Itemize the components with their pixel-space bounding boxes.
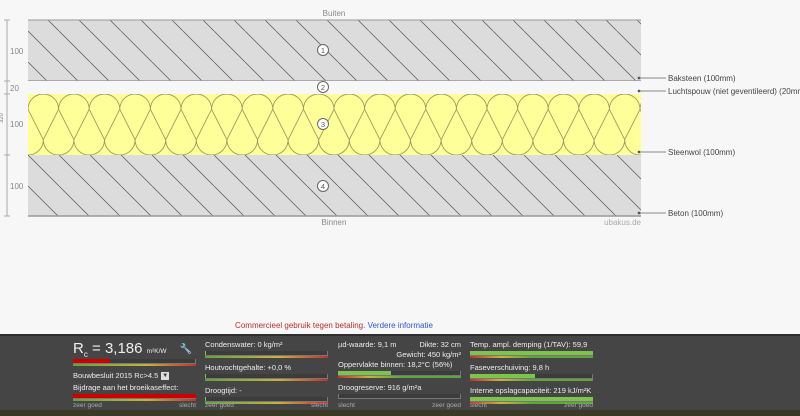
scale-good: zeer goed: [564, 402, 593, 409]
scale-bad: slecht: [311, 402, 328, 409]
temp-damping-label: Temp. ampl. demping (1/TAV): 59,9: [470, 340, 588, 349]
rc-number: = 3,186: [92, 340, 143, 357]
legend-mineral-wool: Steenwol (100mm): [668, 148, 735, 157]
notice-text: Commercieel gebruik tegen betaling.: [235, 321, 366, 330]
phase-shift-bar: [470, 374, 593, 381]
rc-bar: [73, 359, 196, 366]
layer-number-2: 2: [321, 83, 325, 92]
surface-inside-label: Oppervlakte binnen: 18,2°C (56%): [338, 360, 453, 369]
total-thickness: 320: [0, 112, 5, 123]
scale-2: zeer goed slecht: [205, 402, 328, 409]
thickness-label: Dikte: 32 cm: [419, 340, 461, 349]
greenhouse-label: Bijdrage aan het broeikaseffect:: [73, 383, 179, 392]
surface-inside-bar: [338, 371, 461, 378]
standard-label: Bouwbesluit 2015 Rc>4.5: [73, 371, 159, 380]
condensation-bar: [205, 351, 328, 358]
phase-shift-label: Faseverschuiving: 9,8 h: [470, 363, 550, 372]
layer-number-3: 3: [321, 120, 325, 129]
legend-air-gap: Luchtspouw (niet geventileerd) (20mm): [668, 87, 800, 96]
scale-1: zeer goed slecht: [73, 402, 196, 409]
col-surface: µd-waarde: 9,1 m Dikte: 32 cm Gewicht: 45…: [338, 340, 461, 406]
more-info-link[interactable]: Verdere informatie: [368, 321, 433, 330]
rc-sub: c: [83, 350, 88, 359]
bar-fill: [338, 371, 391, 375]
temp-damping-bar: [470, 351, 593, 358]
col-insulation: Rc = 3,186 m²K/W 🔧 Bouwbesluit 2015 Rc>4…: [73, 340, 196, 406]
heat-capacity-label: Interne opslagcapaciteit: 219 kJ/m²K: [470, 386, 592, 395]
bar-fill: [470, 374, 536, 378]
inside-label: Binnen: [322, 218, 347, 227]
thickness-2: 20: [10, 84, 19, 93]
bar-fill: [205, 397, 207, 401]
bar-fill: [205, 351, 207, 355]
scale-good: zeer goed: [205, 402, 234, 409]
scale-bad: slecht: [179, 402, 196, 409]
layer-number-1: 1: [321, 46, 325, 55]
thickness-3: 100: [10, 120, 24, 129]
bar-fill: [73, 394, 196, 398]
weight-label: Gewicht: 450 kg/m²: [396, 350, 461, 359]
watermark: ubakus.de: [604, 218, 641, 227]
wrench-icon[interactable]: 🔧: [180, 344, 192, 355]
wood-moisture-bar: [205, 374, 328, 381]
legend-brick: Baksteen (100mm): [668, 74, 736, 83]
wood-moisture-label: Houtvochtgehalte: +0,0 %: [205, 363, 292, 372]
scale-bad: slecht: [470, 402, 487, 409]
thickness-4: 100: [10, 182, 24, 191]
bar-fill: [205, 374, 207, 378]
layer-air-gap[interactable]: [28, 81, 641, 94]
scale-good: zeer goed: [73, 402, 102, 409]
scale-bad: slecht: [338, 402, 355, 409]
scale-3: slecht zeer goed: [338, 402, 461, 409]
col-summer: Temp. ampl. demping (1/TAV): 59,9 Faseve…: [470, 340, 593, 409]
rc-unit: m²K/W: [146, 348, 167, 355]
col-moisture: Condenswater: 0 kg/m² Houtvochtgehalte: …: [205, 340, 328, 409]
condensation-label: Condenswater: 0 kg/m²: [205, 340, 283, 349]
drying-time-label: Droogtijd: -: [205, 386, 242, 395]
sd-label: µd-waarde: 9,1 m: [338, 340, 397, 349]
bar-fill: [73, 359, 110, 363]
rc-value: Rc = 3,186 m²K/W: [73, 340, 196, 359]
drying-reserve-bar: [338, 394, 461, 401]
layer-brick[interactable]: [28, 20, 641, 81]
sd-row: µd-waarde: 9,1 m Dikte: 32 cm: [338, 340, 461, 350]
footer-strip: [0, 410, 800, 416]
standard-select[interactable]: Bouwbesluit 2015 Rc>4.5 ▼: [73, 371, 196, 381]
drying-reserve-label: Droogreserve: 916 g/m²a: [338, 383, 422, 392]
outside-label: Buiten: [323, 9, 346, 18]
bar-fill: [470, 351, 593, 355]
wall-cross-section: Buiten Binnen ubakus.de 320 100 20 100 1…: [0, 9, 800, 227]
greenhouse-bar: [73, 394, 196, 401]
bar-fill: [470, 397, 593, 401]
legend-concrete: Beton (100mm): [668, 209, 723, 218]
results-panel: Rc = 3,186 m²K/W 🔧 Bouwbesluit 2015 Rc>4…: [0, 334, 800, 412]
rc-symbol: R: [73, 340, 84, 357]
layer-concrete[interactable]: [28, 155, 641, 216]
scale-good: zeer goed: [432, 402, 461, 409]
thickness-1: 100: [10, 47, 24, 56]
dropdown-icon[interactable]: ▼: [161, 372, 170, 381]
layer-number-4: 4: [321, 182, 325, 191]
commercial-notice: Commercieel gebruik tegen betaling. Verd…: [0, 321, 668, 330]
scale-4: slecht zeer goed: [470, 402, 593, 409]
